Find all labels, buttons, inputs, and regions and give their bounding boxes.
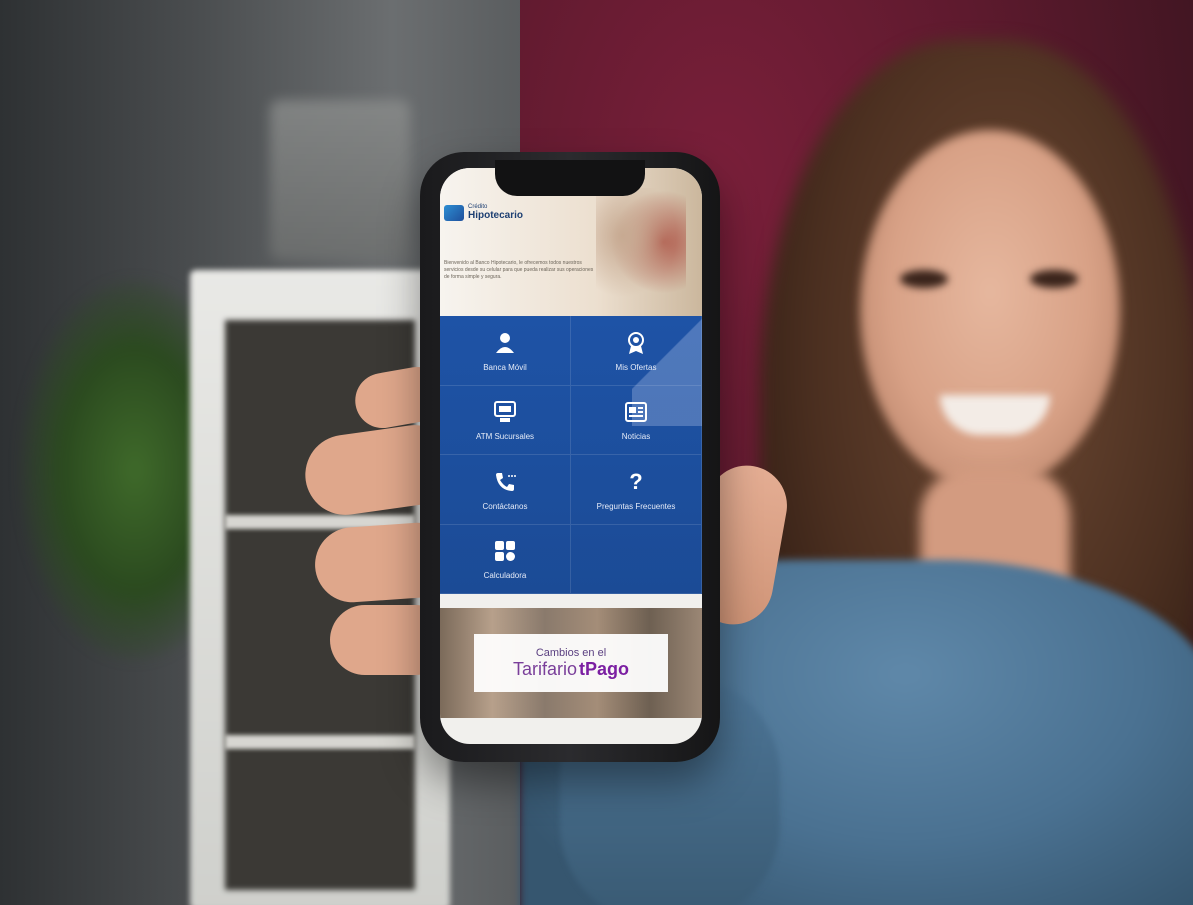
brand-logo: Crédito Hipotecario <box>444 204 523 221</box>
phone-notch <box>495 160 645 196</box>
main-menu: Banca Móvil Mis Ofertas ATM Sucursales N… <box>440 316 702 594</box>
promo-word2: tPago <box>579 658 630 679</box>
woman-face <box>860 130 1120 490</box>
promo-card: Cambios en el Tarifario tPago <box>474 634 668 692</box>
news-icon <box>622 398 650 426</box>
menu-item-contactanos[interactable]: Contáctanos <box>440 455 571 525</box>
menu-item-mis-ofertas[interactable]: Mis Ofertas <box>571 316 702 386</box>
hero-text: Bienvenido al Banco Hipotecario, le ofre… <box>444 260 594 280</box>
menu-empty-slot <box>571 524 702 594</box>
calculator-icon <box>491 537 519 565</box>
woman-eye-left <box>900 270 948 288</box>
shelf-board <box>225 735 415 749</box>
menu-item-noticias[interactable]: Noticias <box>571 385 702 455</box>
award-icon <box>622 329 650 357</box>
promo-line1: Cambios en el <box>535 646 607 659</box>
menu-label: Mis Ofertas <box>615 362 657 372</box>
phone-screen: Crédito Hipotecario Bienvenido al Banco … <box>440 168 702 744</box>
menu-item-calculadora[interactable]: Calculadora <box>440 524 571 594</box>
promo-word1: Tarifario <box>512 658 577 679</box>
promo-banner[interactable]: Cambios en el Tarifario tPago <box>440 608 702 718</box>
menu-item-preguntas-frecuentes[interactable]: ? Preguntas Frecuentes <box>571 455 702 525</box>
atm-icon <box>491 398 519 426</box>
menu-label: ATM Sucursales <box>475 432 535 442</box>
logo-icon <box>444 204 464 221</box>
woman-eye-right <box>1030 270 1078 288</box>
photo-scene: Crédito Hipotecario Bienvenido al Banco … <box>0 0 1193 905</box>
menu-item-banca-movil[interactable]: Banca Móvil <box>440 316 571 386</box>
brand-big: Hipotecario <box>468 210 524 221</box>
menu-label: Contáctanos <box>482 501 528 511</box>
menu-item-atm-sucursales[interactable]: ATM Sucursales <box>440 385 571 455</box>
menu-label: Noticias <box>621 432 651 442</box>
menu-label: Banca Móvil <box>483 362 527 372</box>
question-icon: ? <box>629 468 643 494</box>
user-bank-icon <box>491 329 519 357</box>
background-jar <box>270 100 410 260</box>
hero-photo <box>596 188 686 308</box>
menu-label: Calculadora <box>483 571 527 581</box>
menu-label: Preguntas Frecuentes <box>596 501 676 511</box>
phone-icon <box>491 468 519 496</box>
